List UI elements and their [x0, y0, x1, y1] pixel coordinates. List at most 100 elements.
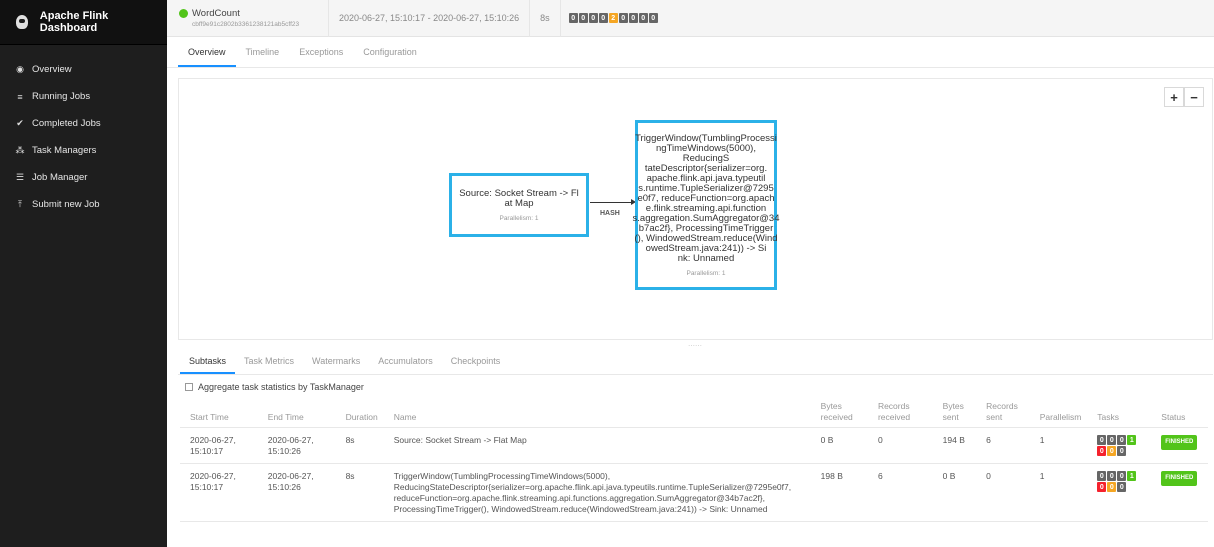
graph-node-source[interactable]: Source: Socket Stream -> Fl at Map Paral…	[449, 173, 589, 237]
tab-exceptions[interactable]: Exceptions	[289, 47, 353, 67]
graph-edge-line	[590, 202, 632, 203]
node-title: TriggerWindow(TumblingProcessi ngTimeWin…	[632, 132, 780, 264]
tab-overview[interactable]: Overview	[178, 47, 236, 67]
task-count-badge: 0	[1107, 446, 1117, 456]
cell-bytes-received: 198 B	[810, 463, 868, 522]
sidebar-item-overview[interactable]: ◉ Overview	[0, 56, 167, 83]
server-icon: ☰	[15, 172, 25, 182]
cell-parallelism: 1	[1029, 427, 1088, 464]
job-name: WordCount	[192, 8, 240, 19]
column-header[interactable]: Tasks	[1087, 398, 1152, 428]
cell-records-received: 6	[867, 463, 933, 522]
subtab-task-metrics[interactable]: Task Metrics	[235, 356, 303, 374]
job-duration: 8s	[530, 0, 561, 37]
aggregate-label: Aggregate task statistics by TaskManager	[198, 382, 364, 392]
cell-bytes-received: 0 B	[810, 427, 868, 464]
job-status-counts: 000020000	[561, 13, 659, 23]
node-title: Source: Socket Stream -> Fl at Map	[459, 187, 579, 209]
cell-status: FINISHED	[1151, 427, 1208, 464]
column-header[interactable]: Records sent	[976, 398, 1030, 428]
job-tabs: Overview Timeline Exceptions Configuration	[167, 38, 1214, 68]
upload-icon: ⤒	[18, 199, 22, 209]
table-row[interactable]: 2020-06-27, 15:10:17 2020-06-27, 15:10:26…	[180, 427, 1208, 464]
task-counts: 0001000	[1097, 471, 1145, 493]
sidebar-item-submit-new-job[interactable]: ⤒ Submit new Job	[0, 191, 167, 218]
zoom-in-button[interactable]: +	[1164, 87, 1184, 107]
cell-records-sent: 6	[976, 427, 1030, 464]
job-id: cbff9e91c2802b3361238121ab5cff23	[192, 21, 300, 28]
task-count-badge: 0	[1097, 435, 1107, 445]
table-body: 2020-06-27, 15:10:17 2020-06-27, 15:10:26…	[180, 427, 1208, 522]
cell-name: Source: Socket Stream -> Flat Map	[383, 427, 811, 464]
sidebar-item-completed-jobs[interactable]: ✔ Completed Jobs	[0, 110, 167, 137]
cell-end: 2020-06-27, 15:10:26	[257, 427, 336, 464]
flink-dashboard: Apache Flink Dashboard ◉ Overview ≡ Running…	[0, 0, 1214, 547]
graph-node-window-sink[interactable]: TriggerWindow(TumblingProcessi ngTimeWin…	[632, 120, 780, 290]
cell-start: 2020-06-27, 15:10:17	[180, 463, 258, 522]
cell-records-sent: 0	[976, 463, 1030, 522]
node-parallelism: Parallelism: 1	[686, 269, 726, 277]
sidebar-item-running-jobs[interactable]: ≡ Running Jobs	[0, 83, 167, 110]
aggregate-checkbox[interactable]: Aggregate task statistics by TaskManager	[185, 382, 364, 392]
column-header[interactable]: Records received	[867, 398, 933, 428]
column-header[interactable]: Duration	[335, 398, 384, 428]
task-count-badge: 0	[1097, 446, 1107, 456]
status-count-badge: 0	[568, 13, 578, 23]
sidebar-item-task-managers[interactable]: ⁂ Task Managers	[0, 137, 167, 164]
cell-end: 2020-06-27, 15:10:26	[257, 463, 336, 522]
zoom-out-button[interactable]: −	[1184, 87, 1204, 107]
checkbox-icon[interactable]	[185, 383, 193, 391]
subtab-checkpoints[interactable]: Checkpoints	[442, 356, 510, 374]
task-count-badge: 0	[1117, 471, 1127, 481]
cell-bytes-sent: 194 B	[932, 427, 977, 464]
job-identity: WordCount cbff9e91c2802b3361238121ab5cff…	[167, 0, 329, 37]
status-count-badge: 0	[628, 13, 638, 23]
status-count-badge: 0	[598, 13, 608, 23]
resize-handle[interactable]: ⋯⋯	[688, 342, 702, 350]
column-header[interactable]: Start Time	[180, 398, 258, 428]
column-header[interactable]: Bytes received	[810, 398, 868, 428]
column-header[interactable]: Parallelism	[1029, 398, 1088, 428]
cell-status: FINISHED	[1151, 463, 1208, 522]
status-count-badge: 0	[578, 13, 588, 23]
task-count-badge: 0	[1117, 482, 1127, 492]
column-header[interactable]: Status	[1151, 398, 1208, 428]
status-count-badge: 0	[638, 13, 648, 23]
list-icon: ≡	[17, 91, 23, 102]
table-row[interactable]: 2020-06-27, 15:10:17 2020-06-27, 15:10:26…	[180, 463, 1208, 522]
sidebar-item-job-manager[interactable]: ☰ Job Manager	[0, 164, 167, 191]
check-circle-icon: ✔	[16, 118, 24, 128]
status-count-badge: 0	[618, 13, 628, 23]
cell-records-received: 0	[867, 427, 933, 464]
status-count-badge: 2	[608, 13, 618, 23]
cell-tasks: 0001000	[1087, 427, 1152, 464]
status-dot-icon	[179, 9, 188, 18]
node-parallelism: Parallelism: 1	[499, 214, 539, 222]
subtab-subtasks[interactable]: Subtasks	[180, 356, 236, 374]
task-count-badge: 0	[1107, 435, 1117, 445]
cell-duration: 8s	[335, 427, 384, 464]
job-name-row: WordCount	[179, 8, 318, 19]
status-badge: FINISHED	[1161, 471, 1198, 486]
subtab-accumulators[interactable]: Accumulators	[369, 356, 442, 374]
subtasks-table: Start Time End Time Duration Name Bytes rece…	[180, 398, 1208, 522]
brand[interactable]: Apache Flink Dashboard	[0, 0, 167, 45]
tab-timeline[interactable]: Timeline	[236, 47, 290, 67]
sidebar-item-label: Job Manager	[32, 172, 88, 183]
flink-logo-icon	[14, 14, 30, 30]
detail-tabs: Subtasks Task Metrics Watermarks Accumulato…	[178, 350, 1213, 375]
status-badge: FINISHED	[1161, 435, 1198, 450]
column-header[interactable]: End Time	[257, 398, 336, 428]
column-header[interactable]: Name	[383, 398, 811, 428]
task-count-badge: 0	[1097, 482, 1107, 492]
task-count-badge: 0	[1107, 482, 1117, 492]
tab-configuration[interactable]: Configuration	[353, 47, 427, 67]
subtab-watermarks[interactable]: Watermarks	[303, 356, 369, 374]
job-graph[interactable]: + − Source: Socket Stream -> Fl at Map P…	[178, 78, 1213, 340]
cell-start: 2020-06-27, 15:10:17	[180, 427, 258, 464]
task-count-badge: 0	[1117, 446, 1127, 456]
column-header[interactable]: Bytes sent	[932, 398, 977, 428]
status-count-badge: 0	[648, 13, 658, 23]
sidebar-item-label: Running Jobs	[32, 91, 91, 102]
edge-label: HASH	[600, 210, 620, 217]
